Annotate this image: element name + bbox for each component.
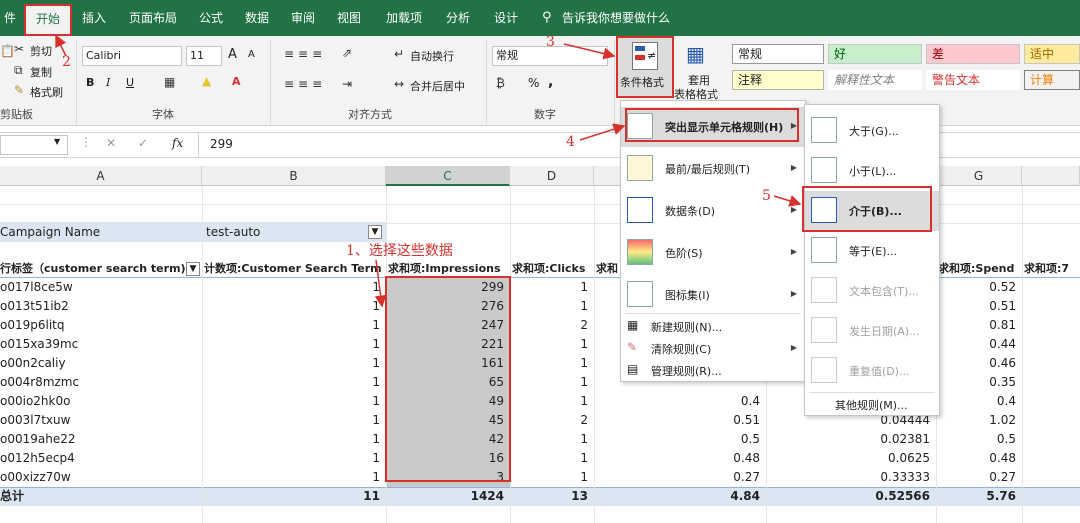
annotation-arrow-2 (55, 34, 67, 57)
annotation-arrow-3 (563, 43, 616, 60)
annotation-arrows (55, 34, 802, 308)
annotation-arrow-5 (773, 195, 802, 207)
annotation-arrow-1 (374, 259, 387, 308)
annotation-arrow-4 (579, 123, 626, 141)
